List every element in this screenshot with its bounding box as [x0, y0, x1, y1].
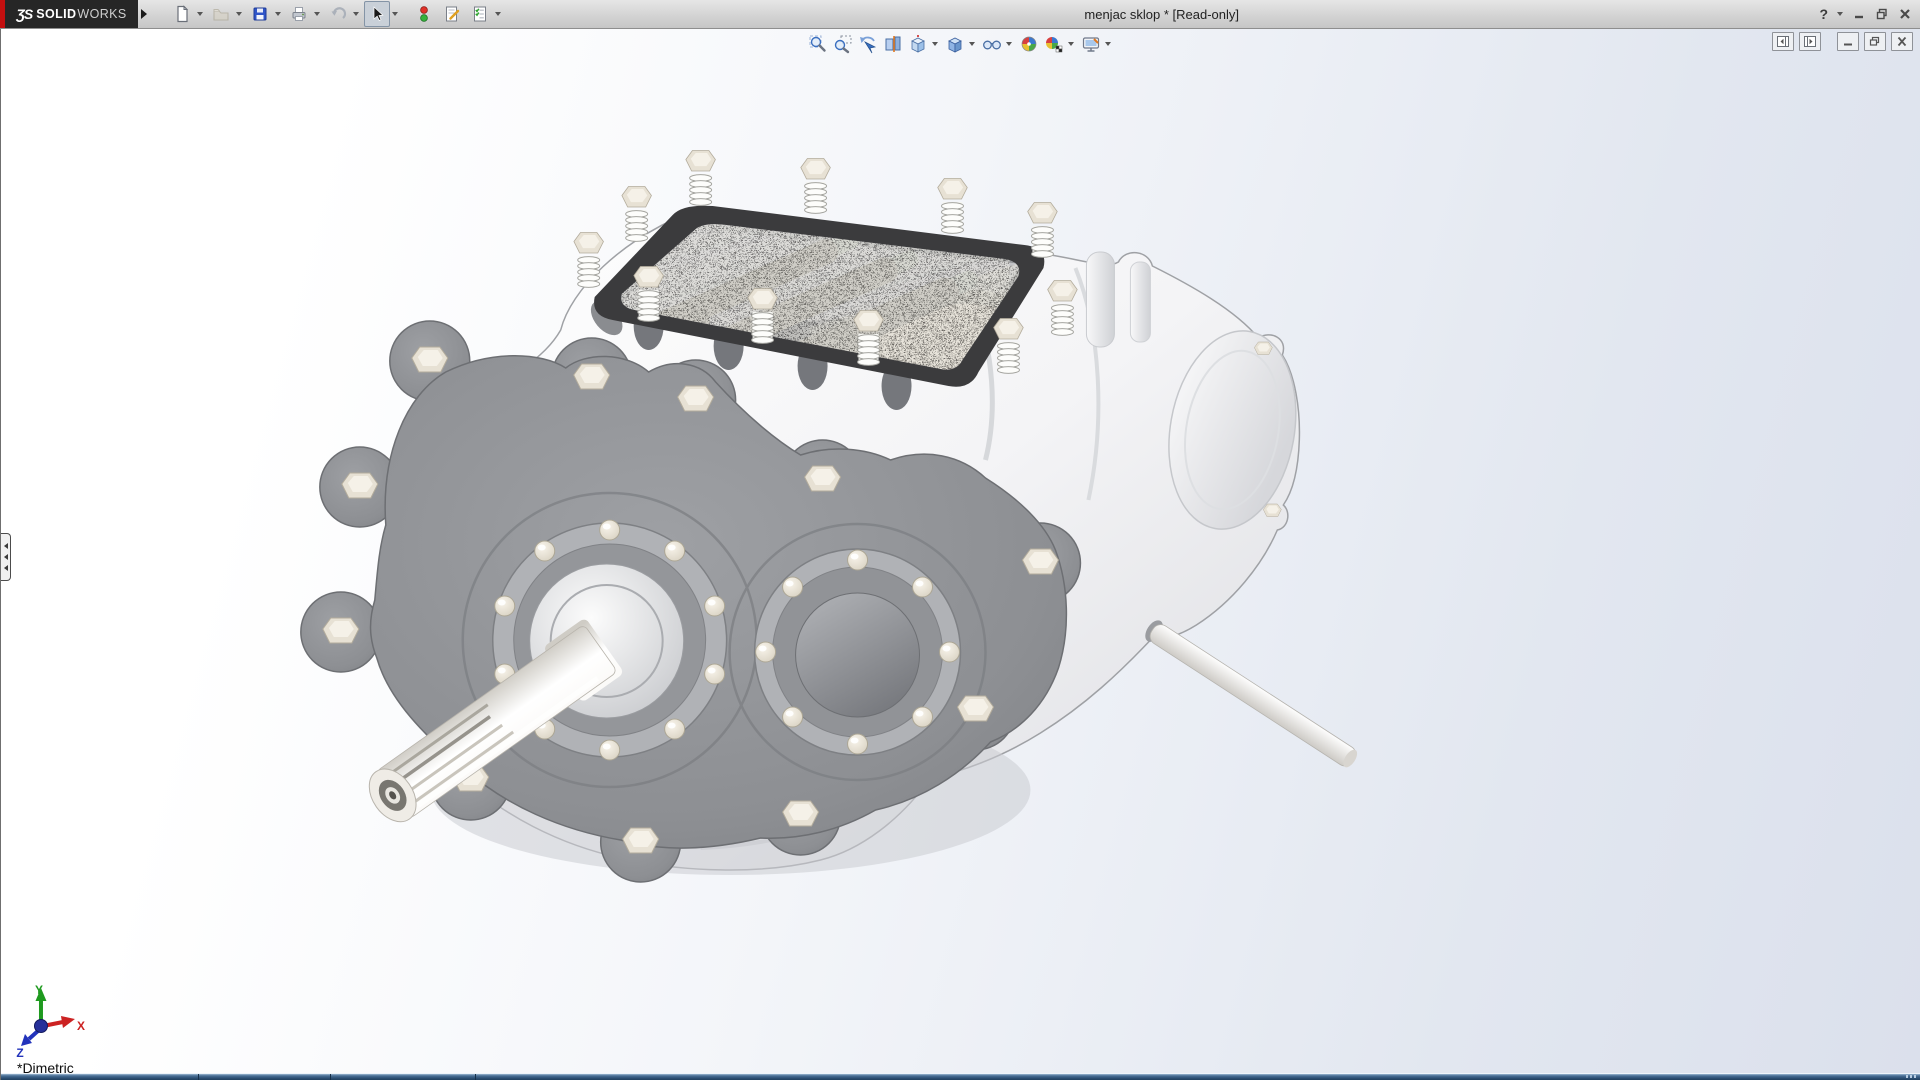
zoom-to-fit-button[interactable]	[807, 33, 829, 55]
new-document-icon	[173, 5, 191, 23]
help-dropdown-caret[interactable]	[1837, 12, 1843, 16]
select-button[interactable]	[364, 1, 390, 27]
save-icon	[251, 5, 269, 23]
new-document-button[interactable]	[169, 1, 195, 27]
view-orientation-button[interactable]	[907, 33, 929, 55]
dropdown-caret[interactable]	[932, 42, 938, 46]
section-view-icon	[883, 34, 903, 54]
rebuild-traffic-light-icon	[415, 5, 433, 23]
file-properties-icon	[443, 5, 461, 23]
section-view-button[interactable]	[882, 33, 904, 55]
rebuild-button[interactable]	[411, 1, 437, 27]
restore-document-button[interactable]	[1864, 32, 1886, 51]
dropdown-caret[interactable]	[1006, 42, 1012, 46]
restore-button[interactable]	[1875, 7, 1889, 21]
feature-manager-collapsed-tab[interactable]	[1, 533, 11, 581]
solidworks-window: ƷS SOLID WORKS	[0, 0, 1920, 1080]
options-button[interactable]	[467, 1, 493, 27]
chevron-left-icon	[4, 565, 8, 571]
display-style-button[interactable]	[944, 33, 966, 55]
title-bar: ƷS SOLID WORKS	[0, 0, 1920, 29]
dropdown-caret[interactable]	[275, 12, 281, 16]
dropdown-caret[interactable]	[236, 12, 242, 16]
triad-y-label: Y	[35, 983, 43, 997]
zoom-to-area-button[interactable]	[832, 33, 854, 55]
select-cursor-icon	[368, 5, 386, 23]
hide-show-items-button[interactable]	[981, 33, 1003, 55]
resize-grip[interactable]	[1906, 1075, 1916, 1078]
dropdown-caret[interactable]	[392, 12, 398, 16]
triad-x-label: X	[77, 1019, 85, 1033]
triad-z-label: Z	[16, 1046, 23, 1060]
close-document-icon	[1896, 36, 1908, 47]
gearbox-model: Y X Z	[1, 28, 1920, 1080]
dropdown-caret[interactable]	[353, 12, 359, 16]
headsup-view-toolbar	[807, 33, 1114, 55]
restore-document-icon	[1869, 36, 1881, 47]
input-shaft	[1142, 617, 1361, 771]
previous-view-button[interactable]	[857, 33, 879, 55]
feature-pane-left-button[interactable]	[1772, 32, 1794, 51]
view-settings-icon	[1081, 34, 1101, 54]
print-button[interactable]	[286, 1, 312, 27]
undo-button[interactable]	[325, 1, 351, 27]
brand-text-works: WORKS	[77, 7, 126, 21]
chevron-left-icon	[4, 543, 8, 549]
file-properties-button[interactable]	[439, 1, 465, 27]
apply-scene-button[interactable]	[1043, 33, 1065, 55]
close-button[interactable]	[1898, 7, 1912, 21]
options-checklist-icon	[471, 5, 489, 23]
menu-expand-arrow[interactable]	[141, 9, 147, 19]
zoom-to-area-icon	[833, 34, 853, 54]
main-toolbar	[169, 1, 504, 27]
display-style-icon	[945, 34, 965, 54]
window-controls: ?	[1819, 6, 1912, 22]
view-orientation-icon	[908, 34, 928, 54]
dropdown-caret[interactable]	[314, 12, 320, 16]
print-icon	[290, 5, 308, 23]
minimize-document-button[interactable]	[1837, 32, 1859, 51]
dropdown-caret[interactable]	[1105, 42, 1111, 46]
status-separator	[198, 1074, 199, 1080]
feature-pane-right-button[interactable]	[1799, 32, 1821, 51]
open-document-icon	[212, 5, 230, 23]
restore-icon	[1875, 7, 1889, 21]
dropdown-caret[interactable]	[197, 12, 203, 16]
undo-icon	[329, 5, 347, 23]
dropdown-caret[interactable]	[495, 12, 501, 16]
open-document-button[interactable]	[208, 1, 234, 27]
previous-view-icon	[858, 34, 878, 54]
dropdown-caret[interactable]	[969, 42, 975, 46]
minimize-button[interactable]	[1852, 7, 1866, 21]
apply-scene-icon	[1044, 34, 1064, 54]
help-button[interactable]: ?	[1819, 6, 1828, 22]
status-separator	[330, 1074, 331, 1080]
view-settings-button[interactable]	[1080, 33, 1102, 55]
chevron-left-icon	[4, 554, 8, 560]
graphics-area[interactable]: Y X Z	[0, 28, 1920, 1080]
feature-pane-left-icon	[1777, 36, 1789, 47]
solidworks-logo: ƷS SOLID WORKS	[5, 0, 138, 28]
minimize-icon	[1852, 7, 1866, 21]
window-title: menjac sklop * [Read-only]	[504, 7, 1819, 22]
edit-appearance-button[interactable]	[1018, 33, 1040, 55]
right-cover	[755, 549, 961, 755]
minimize-document-icon	[1842, 36, 1854, 47]
feature-pane-right-icon	[1804, 36, 1816, 47]
document-window-controls	[1772, 32, 1913, 51]
close-icon	[1898, 7, 1912, 21]
status-bar	[1, 1073, 1920, 1080]
close-document-button[interactable]	[1891, 32, 1913, 51]
hide-show-items-glasses-icon	[982, 34, 1002, 54]
brand-text-solid: SOLID	[36, 7, 76, 21]
orientation-triad: Y X Z	[16, 983, 85, 1060]
dassault-logo-icon: ƷS	[16, 6, 32, 22]
dropdown-caret[interactable]	[1068, 42, 1074, 46]
status-separator	[475, 1074, 476, 1080]
save-button[interactable]	[247, 1, 273, 27]
edit-appearance-beachball-icon	[1019, 34, 1039, 54]
zoom-to-fit-icon	[808, 34, 828, 54]
